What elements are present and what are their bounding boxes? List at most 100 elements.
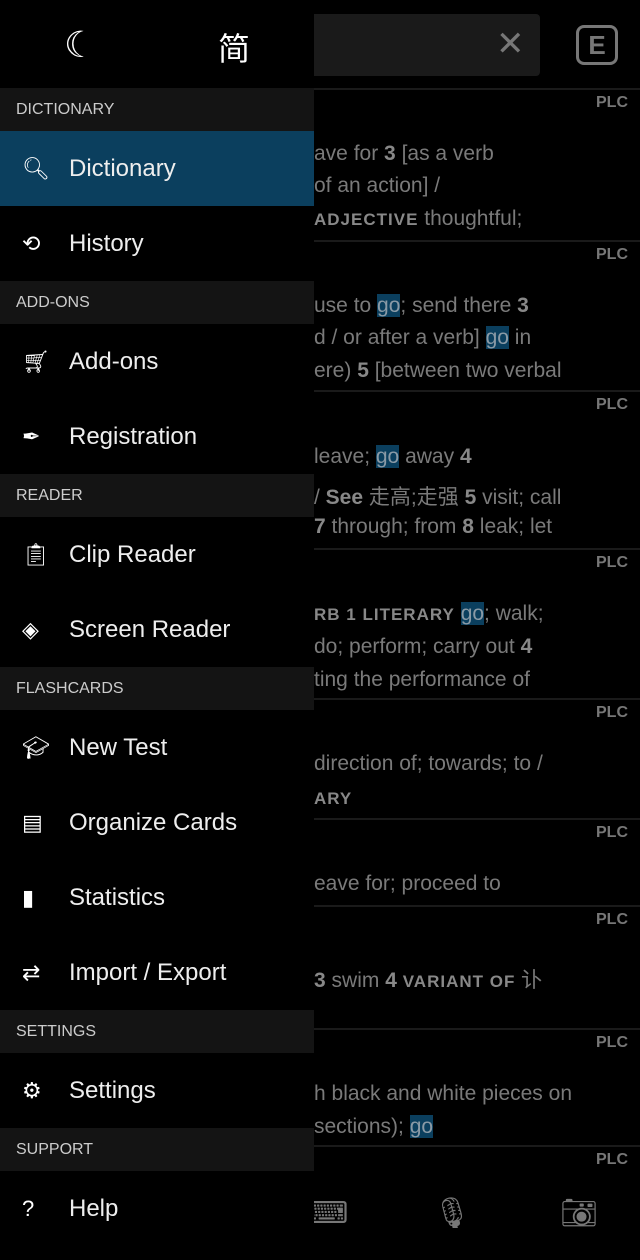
drawer-item-label: Screen Reader [69,615,231,643]
feather-icon: ✒ [22,423,41,449]
definition-line[interactable]: use to go; send there 3 [314,294,640,318]
definition-line[interactable]: of an action] / [314,174,640,198]
drawer-item-statistics[interactable]: ▮ Statistics [0,860,314,935]
divider [314,905,640,907]
divider [314,1028,640,1030]
section-header: ADD-ONS [0,281,314,324]
drawer-item-label: Add-ons [69,347,159,375]
definition-line[interactable]: h black and white pieces on [314,1082,640,1106]
definition-line[interactable]: ere) 5 [between two verbal [314,359,640,383]
definition-text: ARY [314,789,353,808]
definition-text: [between two verbal [368,359,562,382]
definition-line[interactable]: d / or after a verb] go in [314,326,640,350]
layers-icon: ◈ [22,616,39,642]
search-highlight: go [409,1115,434,1138]
script-toggle-button[interactable]: 简 [218,24,250,70]
definition-text: sections); [314,1115,410,1138]
definition-text: ; walk; [484,602,544,625]
definition-text: 讣 [515,969,543,992]
search-icon: 🔍︎ [22,155,50,181]
definition-text: leave; [314,445,376,468]
divider [314,698,640,700]
history-icon: ⟲ [22,230,41,256]
drawer-item-label: Statistics [69,883,166,911]
moon-icon[interactable]: ☾ [64,24,96,66]
drawer-item-label: Organize Cards [69,808,238,836]
definition-line[interactable]: ADJECTIVE thoughtful; [314,207,640,231]
definition-line[interactable]: 7 through; from 8 leak; let [314,515,640,539]
drawer-item-clip-reader[interactable]: 📋︎ Clip Reader [0,517,314,592]
definition-text: in [508,326,532,349]
section-header: FLASHCARDS [0,667,314,710]
gear-icon: ⚙ [22,1077,42,1103]
definition-line[interactable]: 3 swim 4 VARIANT OF 讣 [314,964,640,994]
drawer-item-history[interactable]: ⟲ History [0,206,314,281]
drawer-item-dictionary[interactable]: 🔍︎ Dictionary [0,131,314,206]
drawer-item-add-ons[interactable]: 🛒︎ Add-ons [0,324,314,399]
cart-icon: 🛒︎ [22,348,50,374]
source-label: PLC [596,396,628,413]
drawer-item-new-test[interactable]: 🎓︎ New Test [0,710,314,785]
definition-line[interactable]: leave; go away 4 [314,445,640,469]
drawer-item-organize-cards[interactable]: ▤ Organize Cards [0,785,314,860]
divider [314,1145,640,1147]
drawer-item-label: New Test [69,733,168,761]
bar-chart-icon: ▮ [22,884,35,910]
definition-text: h black and white pieces on [314,1082,572,1105]
archive-icon: ▤ [22,809,43,835]
definition-text: / [314,486,326,509]
definition-text: 3 [314,969,326,992]
definition-text: [as a verb [395,142,494,165]
definition-text: through; from [325,515,463,538]
definition-line[interactable]: eave for; proceed to [314,872,640,896]
definition-line[interactable]: ave for 3 [as a verb [314,142,640,166]
divider [314,818,640,820]
source-label: PLC [596,911,628,928]
definition-text: 5 [464,486,477,509]
definition-text: 3 [384,142,396,165]
swap-icon: ⇄ [22,959,41,985]
drawer-item-label: Registration [69,422,198,450]
microphone-icon[interactable]: 🎙︎ [433,1196,471,1231]
drawer-item-registration[interactable]: ✒ Registration [0,399,314,474]
definition-text: RB 1 [314,605,363,624]
source-label: PLC [596,554,628,571]
divider [314,240,640,242]
definition-line[interactable]: direction of; towards; to / [314,752,640,776]
definition-line[interactable]: sections); go [314,1115,640,1139]
definition-line[interactable]: do; perform; carry out 4 [314,635,640,659]
definition-line[interactable]: RB 1 LITERARY go; walk; [314,602,640,626]
mode-toggle-button[interactable]: E [576,25,618,65]
definition-text: ting the performance of [314,668,530,691]
drawer-item-label: Settings [69,1076,156,1104]
section-header: READER [0,474,314,517]
source-label: PLC [596,1034,628,1051]
drawer-item-screen-reader[interactable]: ◈ Screen Reader [0,592,314,667]
drawer-item-label: Dictionary [69,154,176,182]
definition-text: ere) [314,359,358,382]
definition-text: LITERARY [362,605,455,624]
definition-line[interactable]: ting the performance of [314,668,640,692]
definition-text: ave for [314,142,385,165]
definition-text: leak; let [473,515,553,538]
drawer-item-settings[interactable]: ⚙ Settings [0,1053,314,1128]
drawer-item-label: Help [69,1194,119,1222]
definition-text: 8 [462,515,474,538]
definition-text: do; perform; carry out [314,635,521,658]
drawer-item-label: History [69,229,144,257]
search-highlight: go [377,294,401,317]
definition-text: VARIANT OF [402,972,516,991]
definition-text: d / or after a verb] [314,326,486,349]
section-header: SUPPORT [0,1128,314,1171]
camera-icon[interactable]: 📷︎ [560,1196,598,1231]
definition-line[interactable]: / See 走高;走强 5 visit; call [314,481,640,511]
help-icon: ? [22,1195,35,1221]
definition-text: away [399,445,460,468]
drawer-item-import-export[interactable]: ⇄ Import / Export [0,935,314,1010]
close-icon[interactable]: ✕ [496,26,525,62]
definition-line[interactable]: ARY [314,786,640,810]
drawer-item-help[interactable]: ? Help [0,1171,314,1246]
definition-text: See [325,486,364,509]
divider [314,548,640,550]
definition-text: swim [325,969,386,992]
